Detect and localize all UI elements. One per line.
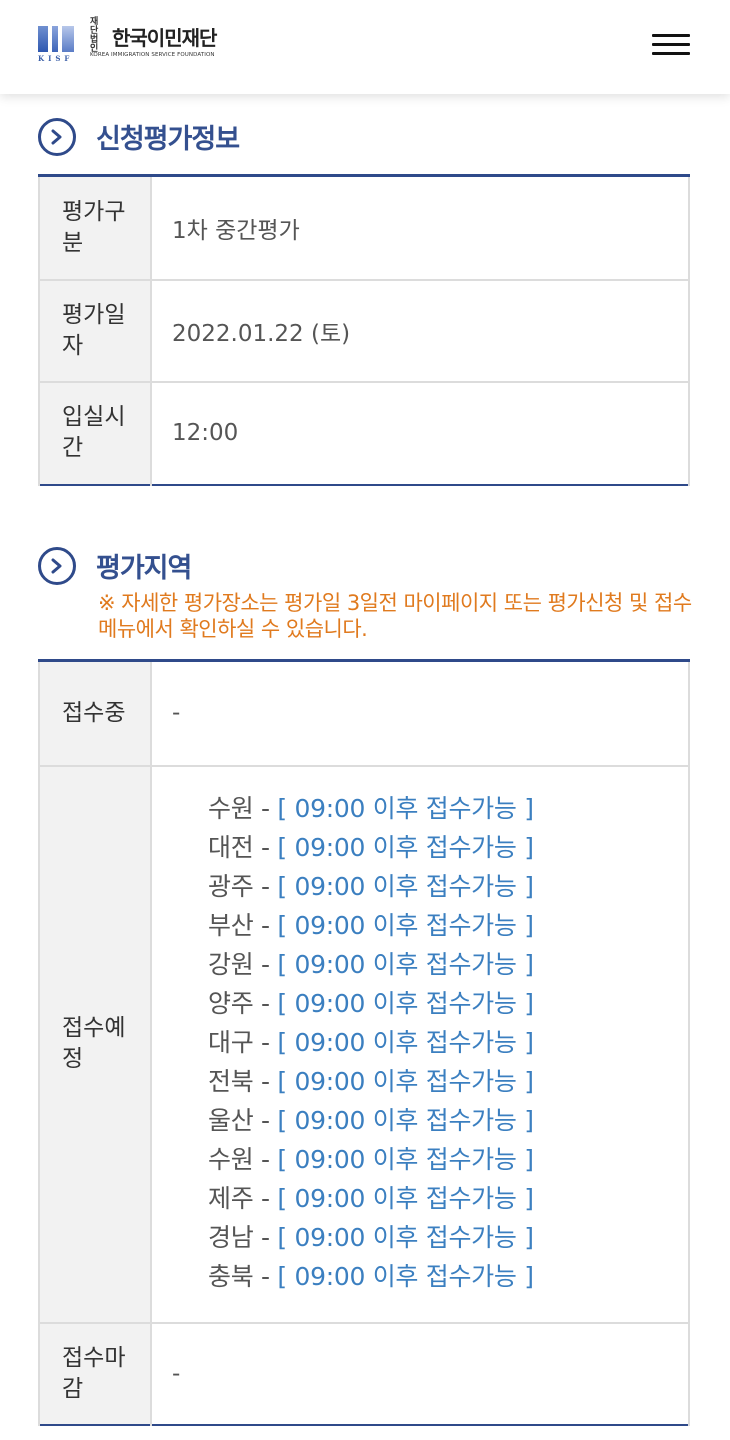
list-item: 광주 - [ 09:00 이후 접수가능 ] — [208, 867, 688, 906]
region-name: 대전 — [208, 832, 254, 862]
logo-name: 한국이민재단 — [112, 25, 217, 50]
section-title: 평가지역 — [96, 553, 192, 584]
region-name: 부산 — [208, 910, 254, 940]
region-separator: - — [253, 1066, 278, 1096]
region-status: [ 09:00 이후 접수가능 ] — [277, 793, 534, 823]
table-row: 입실시간 12:00 — [38, 380, 690, 485]
table-row: 접수마감 - — [38, 1321, 690, 1425]
logo-english-name: KOREA IMMIGRATION SERVICE FOUNDATION — [90, 52, 215, 58]
region-separator: - — [253, 910, 278, 940]
region-separator: - — [253, 1105, 278, 1135]
application-info-table: 평가구분 1차 중간평가 평가일자 2022.01.22 (토) 입실시간 12… — [38, 174, 690, 486]
region-separator: - — [253, 1222, 278, 1252]
list-item: 수원 - [ 09:00 이후 접수가능 ] — [208, 789, 688, 828]
kisf-logo[interactable]: KISF 재단법인 한국이민재단 KOREA IMMIGRATION SERVI… — [38, 18, 217, 64]
region-status: [ 09:00 이후 접수가능 ] — [277, 910, 534, 940]
region-name: 전북 — [208, 1066, 254, 1096]
region-status: [ 09:00 이후 접수가능 ] — [277, 1027, 534, 1057]
region-separator: - — [253, 1261, 278, 1291]
table-row: 평가일자 2022.01.22 (토) — [38, 278, 690, 383]
region-status: [ 09:00 이후 접수가능 ] — [277, 871, 534, 901]
list-item: 부산 - [ 09:00 이후 접수가능 ] — [208, 906, 688, 945]
chevron-right-circle-icon — [38, 546, 76, 585]
region-name: 충북 — [208, 1261, 254, 1291]
row-value: 1차 중간평가 — [150, 175, 690, 281]
region-name: 수원 — [208, 793, 254, 823]
region-notice: ※ 자세한 평가장소는 평가일 3일전 마이페이지 또는 평가신청 및 접수 메… — [98, 591, 692, 641]
row-label: 접수마감 — [38, 1321, 152, 1425]
region-separator: - — [253, 949, 278, 979]
region-status: [ 09:00 이후 접수가능 ] — [277, 1261, 534, 1291]
region-status: [ 09:00 이후 접수가능 ] — [277, 832, 534, 862]
list-item: 경남 - [ 09:00 이후 접수가능 ] — [208, 1218, 688, 1257]
region-name: 대구 — [208, 1027, 254, 1057]
region-name: 양주 — [208, 988, 254, 1018]
region-name: 수원 — [208, 1144, 254, 1174]
logo-mark-icon: KISF — [38, 24, 78, 63]
row-value: 2022.01.22 (토) — [150, 278, 690, 383]
region-separator: - — [253, 793, 278, 823]
logo-abbr: KISF — [38, 54, 74, 63]
list-item: 울산 - [ 09:00 이후 접수가능 ] — [208, 1101, 688, 1140]
region-separator: - — [253, 832, 278, 862]
logo-corp-label: 재단법인 — [90, 17, 99, 54]
receiving-value: - — [150, 660, 690, 767]
list-item: 제주 - [ 09:00 이후 접수가능 ] — [208, 1179, 688, 1218]
region-name: 강원 — [208, 949, 254, 979]
row-label: 평가구분 — [38, 175, 152, 281]
chevron-right-circle-icon — [38, 117, 76, 156]
list-item: 대전 - [ 09:00 이후 접수가능 ] — [208, 828, 688, 867]
region-separator: - — [253, 988, 278, 1018]
region-name: 경남 — [208, 1222, 254, 1252]
region-status: [ 09:00 이후 접수가능 ] — [277, 1222, 534, 1252]
region-status-table: 접수중 - 접수예정 수원 - [ 09:00 이후 접수가능 ] 대전 - [ … — [38, 659, 690, 1426]
region-status: [ 09:00 이후 접수가능 ] — [277, 1105, 534, 1135]
table-row: 평가구분 1차 중간평가 — [38, 175, 690, 281]
row-label: 평가일자 — [38, 278, 152, 383]
region-info-heading: 평가지역 — [38, 546, 192, 585]
row-label: 입실시간 — [38, 380, 152, 485]
region-separator: - — [253, 1183, 278, 1213]
region-list: 수원 - [ 09:00 이후 접수가능 ] 대전 - [ 09:00 이후 접수… — [172, 767, 688, 1322]
list-item: 수원 - [ 09:00 이후 접수가능 ] — [208, 1140, 688, 1179]
row-value: 12:00 — [150, 380, 690, 485]
list-item: 전북 - [ 09:00 이후 접수가능 ] — [208, 1062, 688, 1101]
row-label: 접수중 — [38, 660, 152, 767]
list-item: 양주 - [ 09:00 이후 접수가능 ] — [208, 984, 688, 1023]
region-separator: - — [253, 1027, 278, 1057]
region-status: [ 09:00 이후 접수가능 ] — [277, 1066, 534, 1096]
closed-value: - — [150, 1321, 690, 1425]
region-separator: - — [253, 1144, 278, 1174]
row-label: 접수예정 — [38, 764, 152, 1324]
list-item: 충북 - [ 09:00 이후 접수가능 ] — [208, 1257, 688, 1296]
region-status: [ 09:00 이후 접수가능 ] — [277, 1183, 534, 1213]
site-header: KISF 재단법인 한국이민재단 KOREA IMMIGRATION SERVI… — [0, 0, 730, 94]
list-item: 대구 - [ 09:00 이후 접수가능 ] — [208, 1023, 688, 1062]
section-title: 신청평가정보 — [96, 124, 240, 155]
region-separator: - — [253, 871, 278, 901]
table-row: 접수중 - — [38, 660, 690, 767]
list-item: 강원 - [ 09:00 이후 접수가능 ] — [208, 945, 688, 984]
region-status: [ 09:00 이후 접수가능 ] — [277, 988, 534, 1018]
application-info-heading: 신청평가정보 — [38, 117, 240, 156]
hamburger-menu-icon[interactable] — [652, 34, 690, 58]
region-status: [ 09:00 이후 접수가능 ] — [277, 1144, 534, 1174]
region-name: 광주 — [208, 871, 254, 901]
region-name: 울산 — [208, 1105, 254, 1135]
table-row: 접수예정 수원 - [ 09:00 이후 접수가능 ] 대전 - [ 09:00 … — [38, 764, 690, 1324]
region-name: 제주 — [208, 1183, 254, 1213]
region-status: [ 09:00 이후 접수가능 ] — [277, 949, 534, 979]
